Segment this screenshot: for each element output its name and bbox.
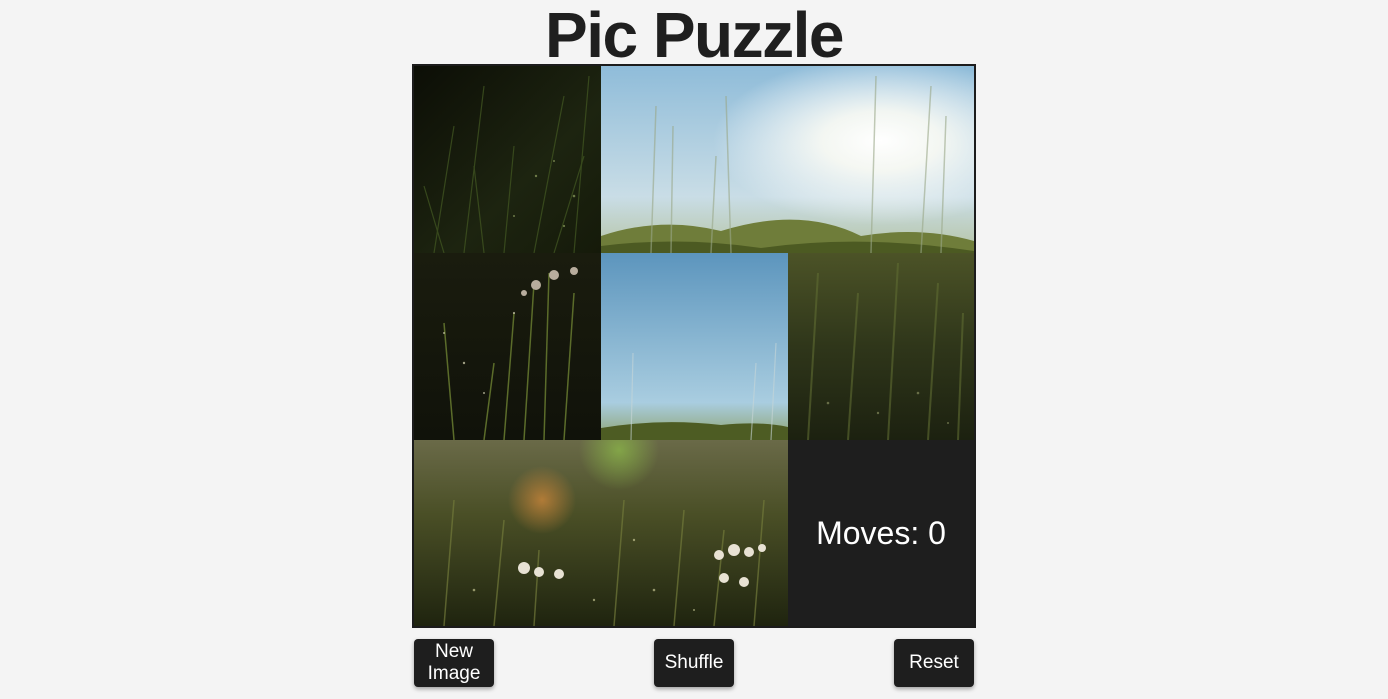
puzzle-tile[interactable]: [788, 253, 974, 440]
puzzle-board: Moves: 0: [412, 64, 976, 628]
page-title: Pic Puzzle: [545, 0, 845, 71]
puzzle-tile[interactable]: [601, 253, 788, 440]
puzzle-tile[interactable]: [414, 66, 601, 253]
puzzle-tile[interactable]: [601, 66, 974, 253]
shuffle-button[interactable]: Shuffle: [654, 639, 734, 687]
new-image-button[interactable]: New Image: [414, 639, 494, 687]
puzzle-tile[interactable]: [414, 440, 788, 626]
reset-button[interactable]: Reset: [894, 639, 974, 687]
moves-counter-cell: Moves: 0: [788, 440, 974, 626]
puzzle-tile[interactable]: [414, 253, 601, 440]
moves-counter: Moves: 0: [816, 514, 946, 551]
